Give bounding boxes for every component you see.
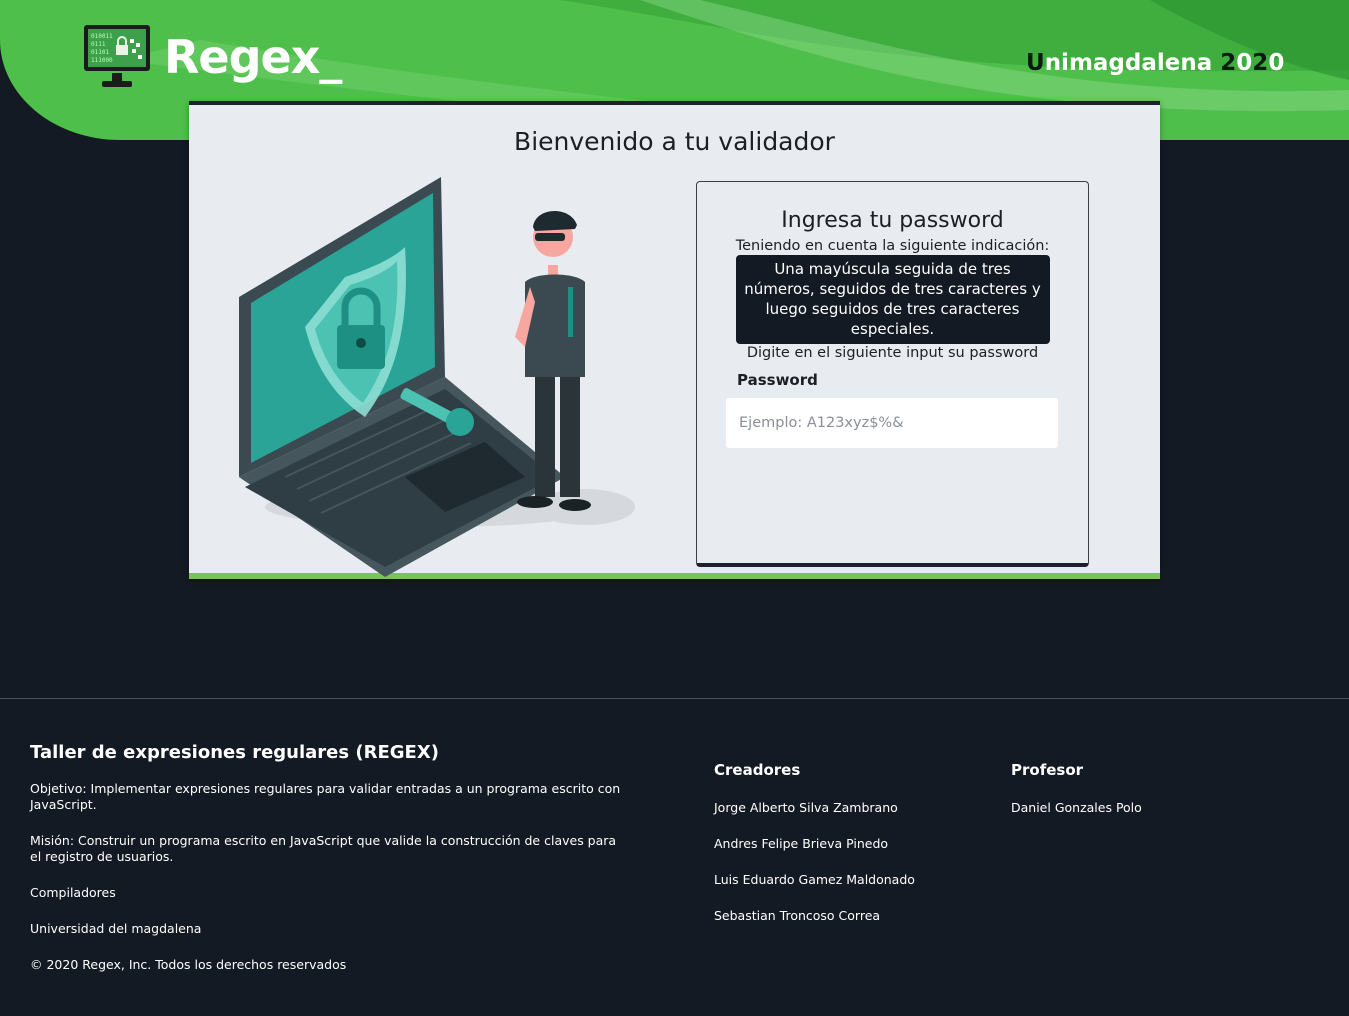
creator-item[interactable]: Andres Felipe Brieva Pinedo bbox=[714, 836, 974, 852]
logo[interactable]: 010011 0111 01101 111000 Regex_ bbox=[82, 23, 342, 91]
password-rule-box: Una mayúscula seguida de tres números, s… bbox=[735, 255, 1050, 344]
form-instruction: Digite en el siguiente input su password bbox=[746, 345, 1039, 361]
footer-university: Universidad del magdalena bbox=[30, 921, 202, 936]
form-subtitle: Teniendo en cuenta la siguiente indicaci… bbox=[735, 238, 1050, 254]
footer-objective: Objetivo: Implementar expresiones regula… bbox=[30, 781, 621, 812]
creator-item[interactable]: Luis Eduardo Gamez Maldonado bbox=[714, 872, 974, 888]
password-input[interactable] bbox=[726, 398, 1058, 448]
svg-text:111000: 111000 bbox=[91, 57, 113, 64]
footer-copyright: © 2020 Regex, Inc. Todos los derechos re… bbox=[30, 957, 347, 972]
footer-course: Compiladores bbox=[30, 885, 116, 900]
svg-text:010011: 010011 bbox=[91, 33, 113, 40]
footer: Taller de expresiones regulares (REGEX) … bbox=[0, 699, 1349, 1016]
logo-title: Regex_ bbox=[164, 30, 342, 84]
footer-creators: Creadores Jorge Alberto Silva Zambrano A… bbox=[714, 761, 974, 944]
professor-heading: Profesor bbox=[1011, 761, 1084, 779]
form-title: Ingresa tu password bbox=[781, 208, 1004, 233]
creator-item[interactable]: Jorge Alberto Silva Zambrano bbox=[714, 800, 974, 816]
password-label: Password bbox=[737, 371, 818, 389]
password-form: Ingresa tu password Teniendo en cuenta l… bbox=[696, 181, 1089, 567]
svg-text:01101: 01101 bbox=[91, 49, 109, 56]
creators-heading: Creadores bbox=[714, 761, 801, 779]
footer-mission: Misión: Construir un programa escrito en… bbox=[30, 833, 617, 864]
footer-professor: Profesor Daniel Gonzales Polo bbox=[1011, 761, 1271, 836]
footer-about: Taller de expresiones regulares (REGEX) … bbox=[30, 742, 630, 993]
professor-item[interactable]: Daniel Gonzales Polo bbox=[1011, 800, 1271, 816]
laptop-security-guard-illustration bbox=[239, 177, 635, 577]
footer-title: Taller de expresiones regulares (REGEX) bbox=[30, 742, 439, 763]
validator-card: Bienvenido a tu validador Ingresa tu pas… bbox=[189, 101, 1160, 579]
page-title: Bienvenido a tu validador bbox=[514, 127, 835, 156]
creator-item[interactable]: Sebastian Troncoso Correa bbox=[714, 908, 974, 924]
university-label: Unimagdalena 2020 bbox=[1026, 50, 1285, 76]
svg-text:0111: 0111 bbox=[91, 41, 106, 48]
computer-lock-icon: 010011 0111 01101 111000 bbox=[84, 25, 150, 87]
